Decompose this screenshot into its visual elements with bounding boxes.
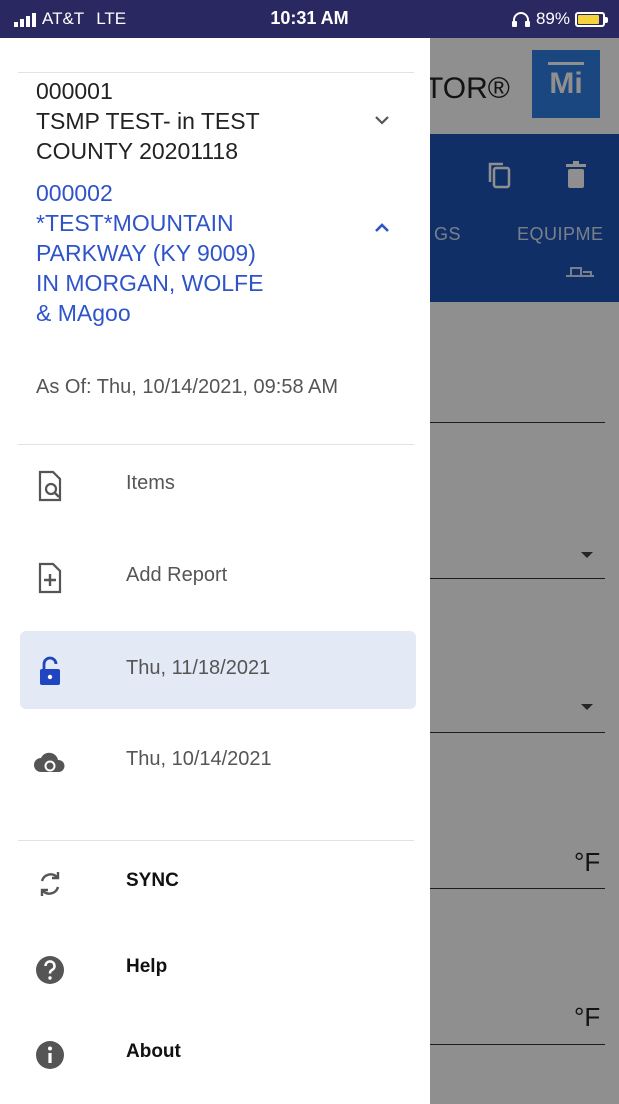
menu-item-label: Help bbox=[126, 956, 168, 977]
navigation-drawer: 000001 TSMP TEST- in TEST COUNTY 2020111… bbox=[0, 38, 430, 1104]
project-name-line: IN MORGAN, WOLFE bbox=[36, 270, 264, 296]
menu-item-items[interactable]: Items bbox=[20, 446, 416, 524]
menu-item-label: Thu, 11/18/2021 bbox=[126, 657, 271, 679]
menu-item-help[interactable]: Help bbox=[20, 930, 416, 1008]
menu-item-about[interactable]: About bbox=[20, 1015, 416, 1093]
project-name-line: PARKWAY (KY 9009) bbox=[36, 240, 256, 266]
menu-item-sync[interactable]: SYNC bbox=[20, 844, 416, 922]
add-document-icon bbox=[38, 562, 62, 594]
battery-icon bbox=[575, 11, 608, 27]
menu-item-label: Add Report bbox=[126, 564, 228, 586]
sync-icon bbox=[40, 872, 60, 896]
project-000002[interactable]: 000002 *TEST*MOUNTAIN PARKWAY (KY 9009) … bbox=[36, 178, 356, 328]
status-bar: AT&T LTE 10:31 AM 89% bbox=[0, 0, 619, 38]
help-icon bbox=[36, 956, 64, 984]
menu-item-add-report[interactable]: Add Report bbox=[20, 538, 416, 616]
lock-open-icon bbox=[40, 656, 60, 685]
chevron-down-icon[interactable] bbox=[372, 110, 392, 130]
project-000001[interactable]: 000001 TSMP TEST- in TEST COUNTY 2020111… bbox=[36, 76, 356, 166]
project-number: 000002 bbox=[36, 180, 113, 206]
drawer-top-divider bbox=[18, 72, 414, 73]
document-search-icon bbox=[38, 470, 62, 502]
project-name-line: *TEST*MOUNTAIN bbox=[36, 210, 234, 236]
menu-item-label: SYNC bbox=[126, 870, 179, 891]
menu-item-label: About bbox=[126, 1041, 181, 1062]
menu-item-label: Thu, 10/14/2021 bbox=[126, 748, 272, 770]
project-name-line: & MAgoo bbox=[36, 300, 131, 326]
project-name-line: TSMP TEST- in TEST bbox=[36, 108, 260, 134]
battery-percent: 89% bbox=[535, 9, 570, 28]
chevron-up-icon[interactable] bbox=[372, 218, 392, 238]
project-number: 000001 bbox=[36, 78, 113, 104]
menu-item-label: Items bbox=[126, 472, 175, 494]
drawer-divider bbox=[18, 444, 414, 445]
drawer-divider bbox=[18, 840, 414, 841]
status-right: 89% bbox=[511, 9, 608, 29]
info-icon bbox=[36, 1041, 64, 1069]
menu-item-report-2021-10-14[interactable]: Thu, 10/14/2021 bbox=[20, 722, 416, 800]
headphones-icon bbox=[511, 12, 530, 27]
project-name-line: COUNTY 20201118 bbox=[36, 138, 239, 164]
menu-item-report-2021-11-18[interactable]: Thu, 11/18/2021 bbox=[20, 631, 416, 709]
as-of-timestamp: As Of: Thu, 10/14/2021, 09:58 AM bbox=[36, 376, 339, 398]
cloud-sync-icon bbox=[34, 752, 65, 772]
